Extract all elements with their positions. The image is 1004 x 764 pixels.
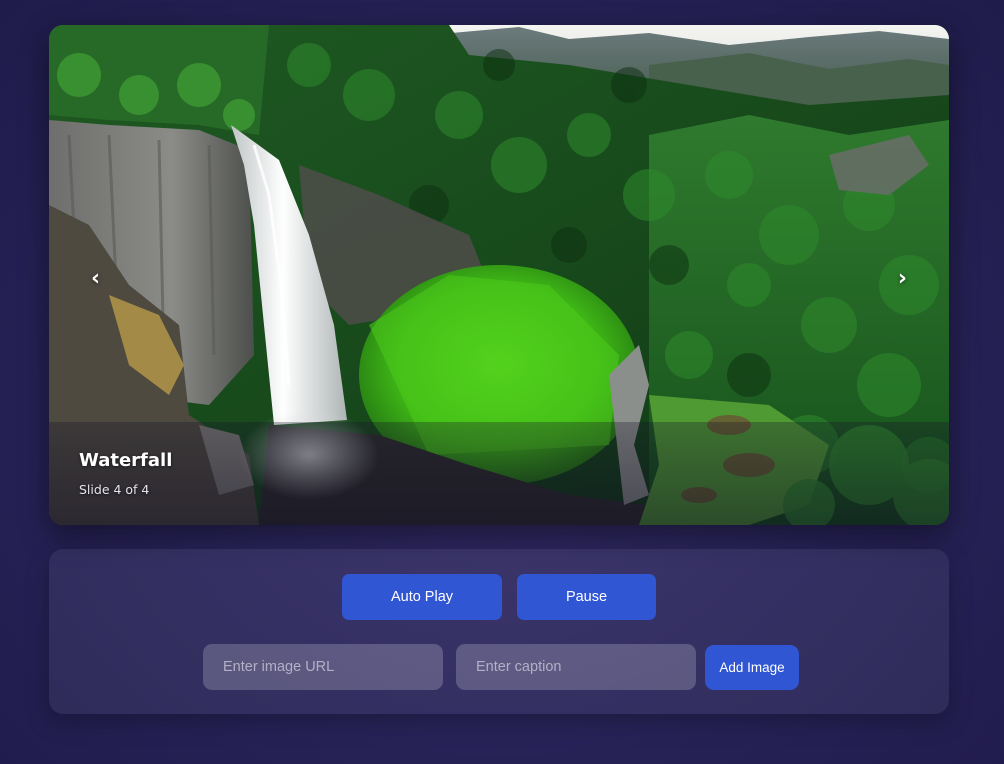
image-url-input[interactable] bbox=[203, 644, 443, 690]
chevron-right-icon[interactable]: › bbox=[890, 262, 915, 296]
caption-overlay bbox=[49, 422, 949, 525]
control-panel: Auto Play Pause Add Image bbox=[49, 549, 949, 714]
add-image-button[interactable]: Add Image bbox=[705, 645, 799, 690]
pause-button[interactable]: Pause bbox=[517, 574, 656, 620]
slide-title: Waterfall bbox=[79, 450, 173, 471]
autoplay-button[interactable]: Auto Play bbox=[342, 574, 502, 620]
chevron-left-icon[interactable]: ‹ bbox=[83, 262, 108, 296]
caption-input[interactable] bbox=[456, 644, 696, 690]
image-slider: ‹ › Waterfall Slide 4 of 4 bbox=[49, 25, 949, 525]
slide-counter: Slide 4 of 4 bbox=[79, 482, 150, 497]
